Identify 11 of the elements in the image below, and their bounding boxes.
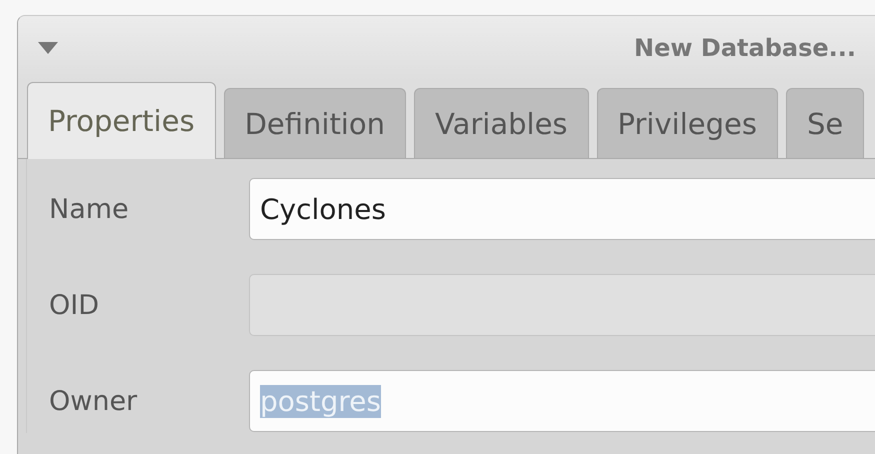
tab[interactable]: Definition [224,88,406,158]
field-label: Name [48,194,130,224]
tab[interactable]: Properties [27,82,216,159]
window-title: New Database... [634,34,856,62]
field-label: OID [48,290,100,320]
input-field[interactable]: Cyclones [249,178,875,240]
dropdown-caret-icon[interactable] [38,42,58,54]
tab[interactable]: Se [786,88,864,158]
tab[interactable]: Privileges [596,88,778,158]
tab[interactable]: Variables [414,88,589,158]
field-label: Owner [48,386,138,416]
